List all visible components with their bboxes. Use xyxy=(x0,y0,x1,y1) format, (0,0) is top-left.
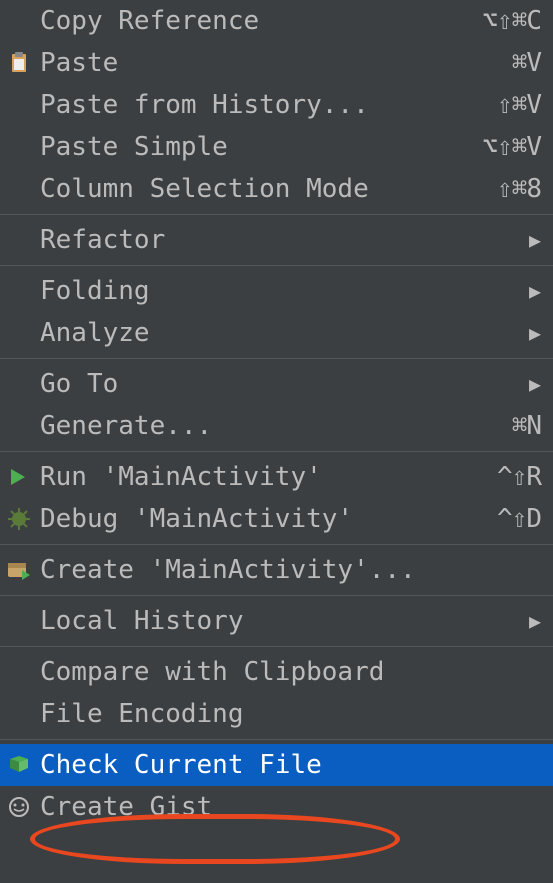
menu-item-debug-mainactivity[interactable]: Debug 'MainActivity' ^⇧D xyxy=(0,498,553,540)
paste-icon xyxy=(8,51,40,75)
menu-item-shortcut: ⌘V xyxy=(512,48,541,78)
menu-item-file-encoding[interactable]: File Encoding xyxy=(0,693,553,735)
menu-separator xyxy=(0,214,553,215)
menu-item-label: Paste xyxy=(40,48,118,78)
menu-item-label: Copy Reference xyxy=(40,6,259,36)
menu-item-label: Column Selection Mode xyxy=(40,174,369,204)
menu-item-create-gist[interactable]: Create Gist xyxy=(0,786,553,828)
menu-item-label: Refactor xyxy=(40,225,165,255)
debug-icon xyxy=(8,508,40,530)
menu-item-shortcut: ⌥⇧⌘C xyxy=(482,6,541,36)
menu-item-label: Paste from History... xyxy=(40,90,369,120)
menu-item-create-mainactivity[interactable]: Create 'MainActivity'... xyxy=(0,549,553,591)
menu-item-label: File Encoding xyxy=(40,699,244,729)
menu-item-label: Paste Simple xyxy=(40,132,228,162)
menu-item-label: Analyze xyxy=(40,318,150,348)
menu-separator xyxy=(0,265,553,266)
menu-item-paste-from-history[interactable]: Paste from History... ⇧⌘V xyxy=(0,84,553,126)
menu-item-run-mainactivity[interactable]: Run 'MainActivity' ^⇧R xyxy=(0,456,553,498)
menu-separator xyxy=(0,595,553,596)
menu-item-check-current-file[interactable]: Check Current File xyxy=(0,744,553,786)
menu-item-label: Run 'MainActivity' xyxy=(40,462,322,492)
menu-item-label: Local History xyxy=(40,606,244,636)
menu-item-label: Go To xyxy=(40,369,118,399)
menu-item-shortcut: ⌘N xyxy=(512,411,541,441)
create-run-icon xyxy=(8,560,40,580)
menu-item-analyze[interactable]: Analyze ▶ xyxy=(0,312,553,354)
menu-item-label: Create Gist xyxy=(40,792,212,822)
menu-item-shortcut: ^⇧D xyxy=(497,504,541,534)
menu-item-label: Compare with Clipboard xyxy=(40,657,384,687)
submenu-arrow-icon: ▶ xyxy=(529,279,541,303)
context-menu: Copy Reference ⌥⇧⌘C Paste ⌘V Paste from Hist… xyxy=(0,0,553,828)
menu-item-paste-simple[interactable]: Paste Simple ⌥⇧⌘V xyxy=(0,126,553,168)
menu-separator xyxy=(0,739,553,740)
menu-item-local-history[interactable]: Local History ▶ xyxy=(0,600,553,642)
menu-separator xyxy=(0,544,553,545)
submenu-arrow-icon: ▶ xyxy=(529,609,541,633)
menu-separator xyxy=(0,451,553,452)
menu-item-compare-with-clipboard[interactable]: Compare with Clipboard xyxy=(0,651,553,693)
submenu-arrow-icon: ▶ xyxy=(529,321,541,345)
menu-item-generate[interactable]: Generate... ⌘N xyxy=(0,405,553,447)
menu-item-go-to[interactable]: Go To ▶ xyxy=(0,363,553,405)
menu-item-shortcut: ^⇧R xyxy=(497,462,541,492)
menu-item-label: Debug 'MainActivity' xyxy=(40,504,353,534)
menu-item-shortcut: ⇧⌘V xyxy=(497,90,541,120)
menu-item-label: Check Current File xyxy=(40,750,322,780)
menu-item-copy-reference[interactable]: Copy Reference ⌥⇧⌘C xyxy=(0,0,553,42)
menu-separator xyxy=(0,646,553,647)
submenu-arrow-icon: ▶ xyxy=(529,372,541,396)
menu-item-paste[interactable]: Paste ⌘V xyxy=(0,42,553,84)
submenu-arrow-icon: ▶ xyxy=(529,228,541,252)
menu-item-column-selection-mode[interactable]: Column Selection Mode ⇧⌘8 xyxy=(0,168,553,210)
run-icon xyxy=(8,467,40,487)
menu-separator xyxy=(0,358,553,359)
check-icon xyxy=(8,754,40,776)
menu-item-shortcut: ⇧⌘8 xyxy=(497,174,541,204)
menu-item-label: Folding xyxy=(40,276,150,306)
gist-icon xyxy=(8,796,40,818)
menu-item-shortcut: ⌥⇧⌘V xyxy=(482,132,541,162)
menu-item-folding[interactable]: Folding ▶ xyxy=(0,270,553,312)
menu-item-refactor[interactable]: Refactor ▶ xyxy=(0,219,553,261)
menu-item-label: Create 'MainActivity'... xyxy=(40,555,416,585)
menu-item-label: Generate... xyxy=(40,411,212,441)
